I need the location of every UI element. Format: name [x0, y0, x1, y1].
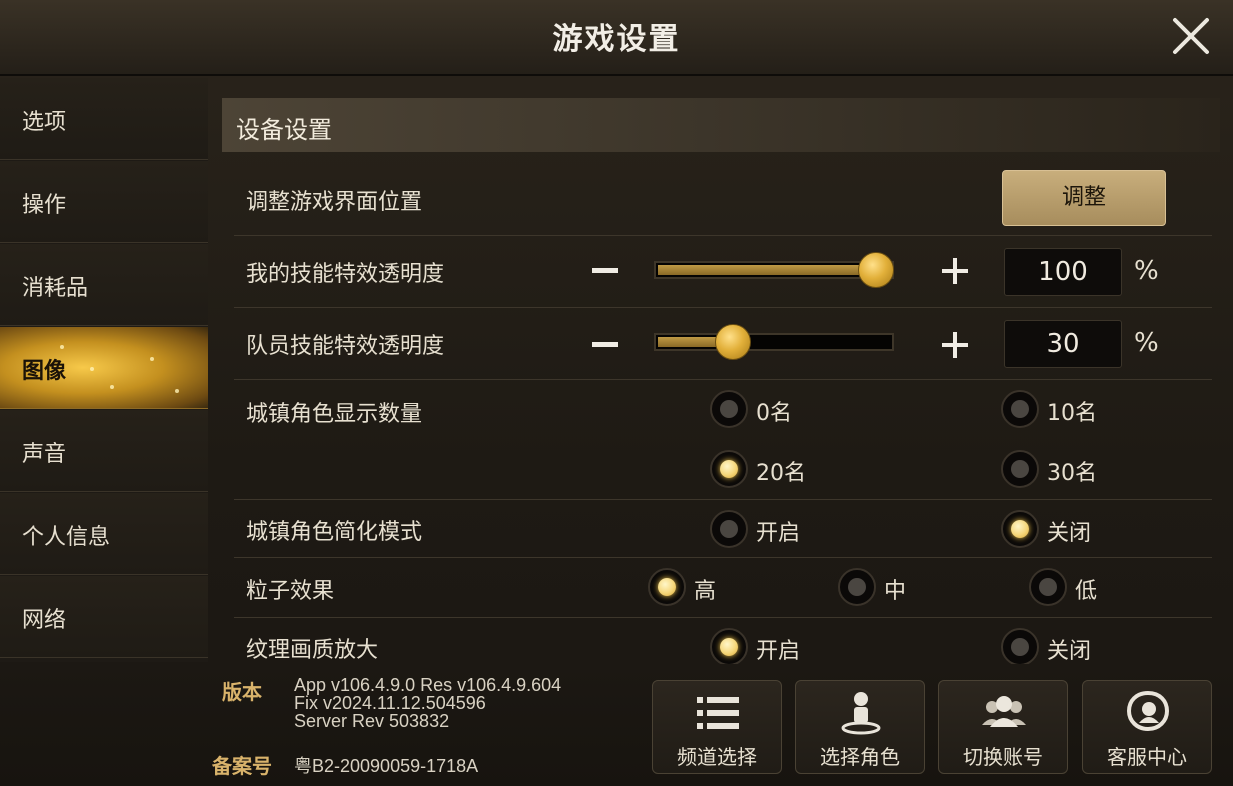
setting-label: 纹理画质放大 [246, 638, 379, 663]
radio-dot [710, 510, 748, 548]
setting-label: 我的技能特效透明度 [246, 262, 445, 287]
setting-label: 城镇角色显示数量 [246, 402, 423, 427]
opacity-slider-track[interactable] [654, 333, 894, 351]
radio-dot [1001, 510, 1039, 548]
setting-label: 粒子效果 [246, 579, 335, 604]
setting-row-texture-upscale: 纹理画质放大 开启 关闭 [234, 618, 1212, 666]
radio-label: 30名 [1047, 461, 1097, 486]
increase-button[interactable] [942, 332, 968, 358]
radio-dot [838, 568, 876, 606]
switch-account-button[interactable]: 切换账号 [938, 680, 1068, 774]
sidebar-item-label: 网络 [22, 608, 67, 633]
close-button[interactable] [1169, 14, 1213, 58]
character-pin-icon [841, 692, 881, 735]
sidebar-item-graphics[interactable]: 图像 [0, 327, 208, 409]
radio-dot [1001, 390, 1039, 428]
radio-label: 低 [1075, 579, 1098, 604]
radio-dot [710, 450, 748, 488]
setting-row-particles: 粒子效果 高 中 低 [234, 558, 1212, 618]
radio-label: 关闭 [1047, 521, 1092, 546]
sidebar-item-label: 个人信息 [22, 525, 111, 550]
title-bar: 游戏设置 [0, 0, 1233, 76]
decrease-button[interactable] [592, 268, 618, 273]
radio-dot [710, 628, 748, 666]
radio-label: 开启 [756, 639, 801, 664]
sidebar-item-sound[interactable]: 声音 [0, 410, 208, 492]
adjust-button[interactable]: 调整 [1002, 170, 1166, 226]
sidebar-item-label: 声音 [22, 442, 67, 467]
section-header: 设备设置 [222, 98, 1220, 152]
icp-number: 粤B2-20090059-1718A [294, 756, 479, 776]
sidebar-item-options[interactable]: 选项 [0, 78, 208, 160]
radio-label: 20名 [756, 461, 806, 486]
window-title: 游戏设置 [552, 22, 681, 57]
sidebar-item-profile[interactable]: 个人信息 [0, 493, 208, 575]
close-icon [1173, 18, 1209, 54]
section-title: 设备设置 [236, 116, 332, 144]
sidebar-item-network[interactable]: 网络 [0, 576, 208, 658]
setting-row-team-skill-opacity: 队员技能特效透明度 30 % [234, 308, 1212, 380]
slider-handle[interactable] [858, 252, 894, 288]
footer-button-label: 客服中心 [1107, 745, 1187, 769]
setting-label: 队员技能特效透明度 [246, 334, 445, 359]
list-icon [697, 697, 739, 729]
radio-label: 开启 [756, 521, 801, 546]
radio-dot [648, 568, 686, 606]
channel-select-button[interactable]: 频道选择 [652, 680, 782, 774]
decrease-button[interactable] [592, 342, 618, 347]
icp-label: 备案号 [212, 754, 272, 778]
footer-bar: 版本 App v106.4.9.0 Res v106.4.9.604 Fix v… [0, 664, 1233, 786]
radio-dot [710, 390, 748, 428]
settings-panel: 设备设置 调整游戏界面位置 调整 我的技能特效透明度 100 % 队员技能特效透… [212, 80, 1230, 666]
radio-dot [1029, 568, 1067, 606]
footer-button-label: 选择角色 [820, 745, 900, 769]
increase-button[interactable] [942, 258, 968, 284]
sidebar-item-controls[interactable]: 操作 [0, 161, 208, 243]
version-line: Fix v2024.11.12.504596 [294, 693, 486, 713]
settings-window: 游戏设置 选项 操作 消耗品 图像 声音 个人信息 网络 设备设置 调整游戏界面… [0, 0, 1233, 786]
sparkle-decoration [90, 367, 94, 371]
radio-label: 10名 [1047, 401, 1097, 426]
users-icon [982, 696, 1026, 727]
support-icon [1126, 691, 1170, 732]
opacity-value-field[interactable]: 100 [1004, 248, 1122, 296]
category-sidebar: 选项 操作 消耗品 图像 声音 个人信息 网络 [0, 78, 208, 662]
version-line: Server Rev 503832 [294, 711, 450, 731]
radio-label: 高 [694, 579, 717, 604]
version-info: App v106.4.9.0 Res v106.4.9.604 Fix v202… [294, 676, 561, 730]
radio-label: 中 [884, 579, 907, 604]
sidebar-item-label: 消耗品 [22, 276, 89, 301]
radio-label: 关闭 [1047, 639, 1092, 664]
sidebar-item-label: 操作 [22, 193, 67, 218]
sidebar-item-label: 选项 [22, 110, 67, 135]
setting-label: 城镇角色简化模式 [246, 520, 423, 545]
sparkle-decoration [60, 345, 64, 349]
version-label: 版本 [222, 680, 262, 704]
footer-button-label: 频道选择 [677, 745, 757, 769]
sidebar-item-consumables[interactable]: 消耗品 [0, 244, 208, 326]
version-line: App v106.4.9.0 Res v106.4.9.604 [294, 675, 562, 695]
sidebar-item-label: 图像 [22, 359, 67, 384]
radio-label: 0名 [756, 401, 792, 426]
setting-row-town-count: 城镇角色显示数量 0名 10名 20名 30名 [234, 380, 1212, 500]
footer-button-label: 切换账号 [963, 745, 1043, 769]
select-character-button[interactable]: 选择角色 [795, 680, 925, 774]
sparkle-decoration [110, 385, 114, 389]
percent-unit: % [1134, 328, 1159, 358]
setting-label: 调整游戏界面位置 [246, 190, 423, 215]
sparkle-decoration [175, 389, 179, 393]
slider-fill [658, 265, 890, 275]
setting-row-town-simplify: 城镇角色简化模式 开启 关闭 [234, 500, 1212, 558]
opacity-value-field[interactable]: 30 [1004, 320, 1122, 368]
percent-unit: % [1134, 256, 1159, 286]
setting-row-ui-position: 调整游戏界面位置 调整 [234, 166, 1212, 236]
radio-dot [1001, 450, 1039, 488]
slider-handle[interactable] [715, 324, 751, 360]
customer-service-button[interactable]: 客服中心 [1082, 680, 1212, 774]
setting-row-my-skill-opacity: 我的技能特效透明度 100 % [234, 236, 1212, 308]
radio-dot [1001, 628, 1039, 666]
sparkle-decoration [150, 357, 154, 361]
